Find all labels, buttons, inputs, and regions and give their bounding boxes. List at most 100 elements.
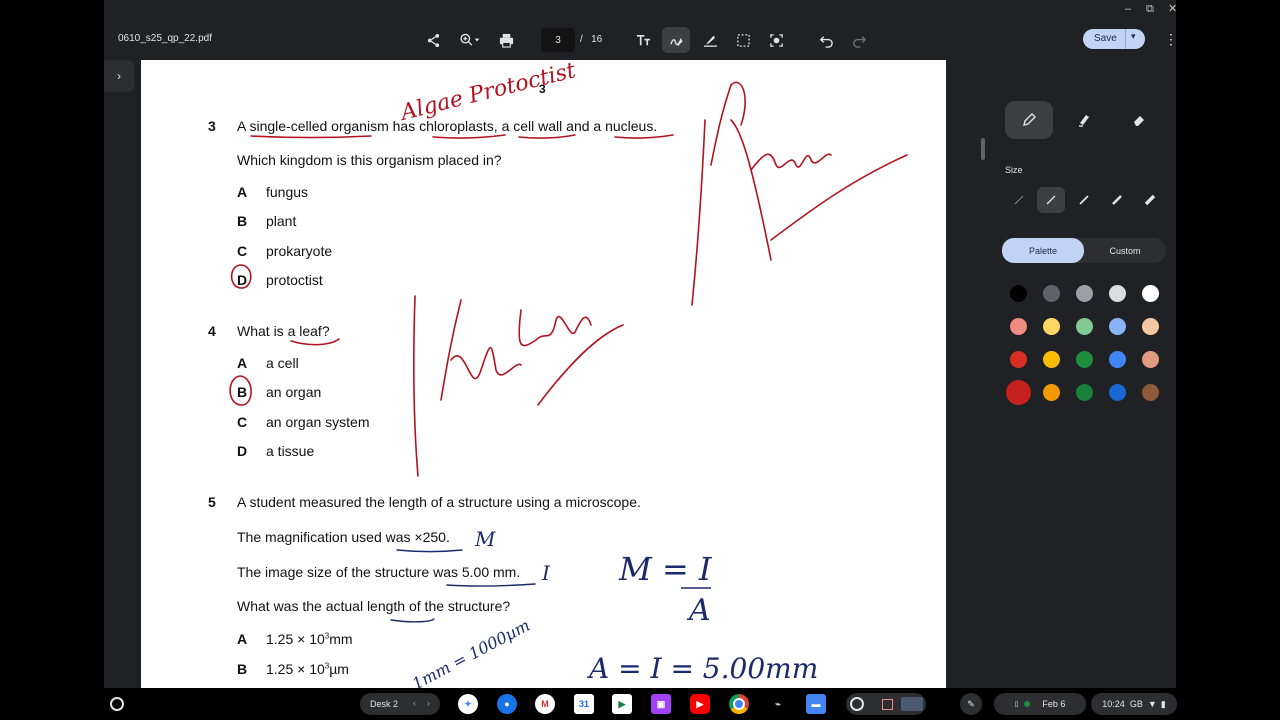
record-icon[interactable] xyxy=(849,697,864,711)
print-icon[interactable] xyxy=(496,30,516,50)
pen-settings-panel: Size Palette Custom xyxy=(985,60,1176,688)
color-swatch[interactable] xyxy=(1042,350,1060,368)
color-swatch[interactable] xyxy=(1141,317,1159,335)
size-label: Size xyxy=(1005,165,1023,175)
eraser-icon[interactable] xyxy=(1115,101,1163,139)
desk-switcher[interactable]: Desk 2 ‹ › xyxy=(360,693,440,715)
size-option-s[interactable] xyxy=(1037,187,1065,213)
color-swatch[interactable] xyxy=(1005,379,1031,405)
highlighter-icon[interactable] xyxy=(1060,101,1108,139)
color-swatch[interactable] xyxy=(1042,317,1060,335)
color-swatch[interactable] xyxy=(1108,284,1126,302)
color-swatch[interactable] xyxy=(1075,383,1093,401)
chevron-down-icon[interactable]: ▾ xyxy=(1131,31,1136,42)
chevron-right-icon: › xyxy=(117,69,121,83)
classroom-icon[interactable]: ▣ xyxy=(651,694,671,714)
color-swatch[interactable] xyxy=(1075,317,1093,335)
annotation-top-note: Algae Protoctist xyxy=(396,60,578,126)
snapshot-icon[interactable] xyxy=(766,30,786,50)
color-swatch[interactable] xyxy=(1009,284,1027,302)
page-number-input[interactable]: 3 xyxy=(541,28,575,52)
ime-label: GB xyxy=(1129,699,1143,709)
name-left-bar xyxy=(412,295,419,477)
window-icon[interactable] xyxy=(881,698,893,710)
annotation-m-mark: M xyxy=(474,527,496,551)
toolbar: 0610_s25_qp_22.pdf 3 / 16 Save ▾ ⋮ xyxy=(104,20,1176,60)
draw-icon[interactable] xyxy=(662,27,690,53)
status-tray[interactable]: 10:24 GB ▼ ▮ xyxy=(1091,693,1177,715)
color-swatch[interactable] xyxy=(1042,383,1060,401)
restore-button[interactable]: ⧉ xyxy=(1146,2,1154,16)
status-dot xyxy=(1024,701,1031,707)
color-swatch[interactable] xyxy=(1141,350,1159,368)
name-left-swash xyxy=(537,324,624,406)
underline-chloroplasts xyxy=(432,134,506,139)
calendar-icon[interactable]: 31 xyxy=(574,694,594,714)
date-tray[interactable]: ▯ Feb 6 xyxy=(994,693,1086,715)
name-right-swash xyxy=(770,154,908,241)
zoom-icon[interactable] xyxy=(455,30,485,50)
save-button[interactable]: Save ▾ xyxy=(1083,29,1145,49)
gmail-icon[interactable]: M xyxy=(535,694,555,714)
highlighter-icon[interactable] xyxy=(700,30,720,50)
color-swatch[interactable] xyxy=(1075,350,1093,368)
chrome-icon[interactable] xyxy=(729,694,749,714)
annotation-formula-bottom: A xyxy=(686,593,711,628)
phone-hub-icon[interactable]: ▯ xyxy=(1015,700,1019,708)
underline-leaf xyxy=(290,338,340,346)
tab-custom[interactable]: Custom xyxy=(1084,238,1166,263)
underline-single-celled xyxy=(250,135,372,139)
color-swatch[interactable] xyxy=(1009,350,1027,368)
gemini-icon[interactable]: ✦ xyxy=(458,694,478,714)
annotation-formula-top: M = I xyxy=(618,550,713,588)
color-swatch[interactable] xyxy=(1108,350,1126,368)
files-icon[interactable]: ▬ xyxy=(806,694,826,714)
more-options-icon[interactable]: ⋮ xyxy=(1164,32,1176,46)
size-option-xs[interactable] xyxy=(1005,187,1033,213)
tab-palette[interactable]: Palette xyxy=(1002,238,1084,263)
share-icon[interactable] xyxy=(423,30,443,50)
launcher-icon[interactable] xyxy=(110,697,124,711)
close-button[interactable]: ✕ xyxy=(1168,2,1176,16)
cast-icon[interactable]: ⌁ xyxy=(768,694,788,714)
size-option-m[interactable] xyxy=(1070,187,1098,213)
desk-label: Desk 2 xyxy=(370,699,399,709)
underline-was-250 xyxy=(396,549,463,553)
size-option-xl[interactable] xyxy=(1136,187,1164,213)
minimize-button[interactable]: – xyxy=(1125,2,1131,16)
underline-cell-wall xyxy=(518,134,576,139)
contacts-icon[interactable]: ● xyxy=(497,694,517,714)
file-name: 0610_s25_qp_22.pdf xyxy=(118,33,212,44)
annotation-conversion: 1mm = 1000µm xyxy=(409,616,533,688)
redo-icon[interactable] xyxy=(849,30,869,50)
annotation-i-mark: I xyxy=(541,561,551,585)
size-option-l[interactable] xyxy=(1103,187,1131,213)
title-bar: – ⧉ ✕ xyxy=(104,0,1176,20)
color-swatch[interactable] xyxy=(1141,383,1159,401)
color-swatch[interactable] xyxy=(1141,284,1159,302)
chevron-right-icon[interactable]: › xyxy=(427,698,430,708)
youtube-icon[interactable]: ▶ xyxy=(690,694,710,714)
name-left-script xyxy=(440,299,592,401)
wifi-icon: ▼ xyxy=(1147,699,1157,709)
color-swatch[interactable] xyxy=(1042,284,1060,302)
battery-icon: ▮ xyxy=(1160,698,1166,709)
name-right-script xyxy=(710,81,832,261)
pen-icon[interactable] xyxy=(1005,101,1053,139)
color-swatch[interactable] xyxy=(1075,284,1093,302)
thumbnails-toggle-button[interactable]: › xyxy=(104,60,134,92)
circle-option-b xyxy=(229,375,252,406)
select-icon[interactable] xyxy=(733,30,753,50)
color-swatch[interactable] xyxy=(1108,317,1126,335)
screen-capture-tray[interactable] xyxy=(846,693,926,715)
color-swatch[interactable] xyxy=(1009,317,1027,335)
thumbnail-preview xyxy=(900,697,923,711)
color-swatch[interactable] xyxy=(1108,383,1126,401)
undo-icon[interactable] xyxy=(816,30,836,50)
stylus-tools-icon[interactable]: ✎ xyxy=(960,693,982,715)
pdf-viewer-window: – ⧉ ✕ 0610_s25_qp_22.pdf 3 / 16 Save ▾ ⋮… xyxy=(104,0,1176,688)
underline-length-of xyxy=(390,618,435,623)
chevron-left-icon[interactable]: ‹ xyxy=(413,698,416,708)
text-icon[interactable] xyxy=(633,30,653,50)
meet-icon[interactable]: ▶ xyxy=(612,694,632,714)
